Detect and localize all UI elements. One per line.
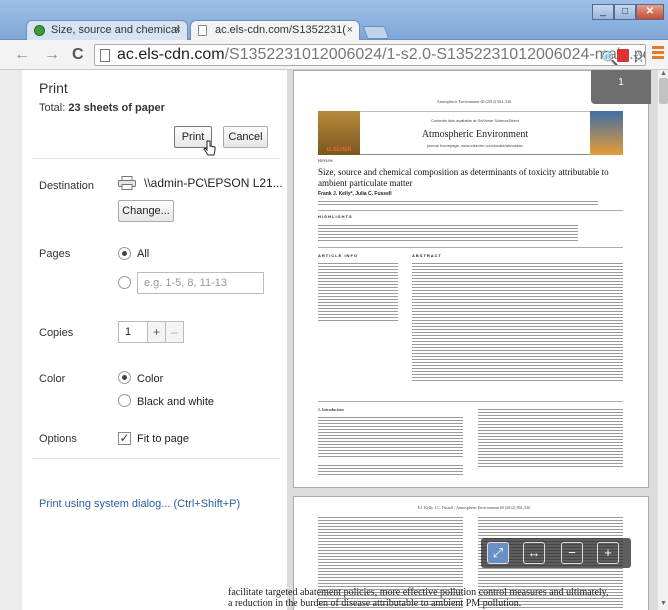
- pages-range-radio[interactable]: [118, 276, 131, 289]
- url-host: ac.els-cdn.com: [117, 46, 225, 63]
- close-tab-icon[interactable]: ×: [175, 24, 181, 36]
- url-path: /S1352231012006024/1-s2.0-S1352231012006…: [224, 46, 646, 63]
- intro-column-left: [318, 415, 463, 457]
- article-info-heading: ARTICLE INFO: [318, 253, 358, 258]
- zoom-out-icon[interactable]: −: [561, 542, 583, 564]
- chrome-window: Size, source and chemical × ac.els-cdn.c…: [0, 0, 668, 610]
- footnote-text: [318, 463, 463, 475]
- change-destination-button[interactable]: Change...: [118, 200, 174, 222]
- scroll-down-arrow-icon[interactable]: ▼: [660, 600, 667, 607]
- article-title: Size, source and chemical composition as…: [318, 167, 609, 188]
- highlights-text: [318, 223, 578, 241]
- zoom-toolbar: ⤢ ↔ − +: [481, 538, 631, 568]
- journal-name: Atmospheric Environment: [421, 129, 529, 140]
- copies-decrement-button[interactable]: –: [165, 321, 184, 343]
- doc-text-line: a reduction in the burden of disease att…: [228, 598, 522, 609]
- print-title: Print: [39, 80, 68, 96]
- sheet-total: Total: 23 sheets of paper: [39, 102, 165, 114]
- close-tab-icon[interactable]: ×: [347, 24, 353, 36]
- copies-input[interactable]: 1: [118, 321, 148, 343]
- color-label: Color: [39, 373, 66, 385]
- scrollbar-thumb[interactable]: [659, 78, 668, 104]
- contents-line: Contents lists available at SciVerse Sci…: [430, 118, 520, 123]
- vertical-scrollbar[interactable]: ▲ ▼: [657, 70, 668, 610]
- journal-cover-image: [590, 111, 623, 155]
- overlapping-document-text: facilitate targeted abatement policies, …: [228, 587, 648, 609]
- black-and-white-radio[interactable]: [118, 394, 131, 407]
- document-favicon-icon: [198, 25, 207, 36]
- abstract-text: [412, 261, 623, 381]
- color-radio[interactable]: [118, 371, 131, 384]
- doc-text-line: facilitate targeted abatement policies, …: [228, 587, 609, 598]
- tab-title: Size, source and chemical: [51, 24, 180, 36]
- print-preview[interactable]: Atmospheric Environment 60 (2012) 504–52…: [287, 70, 657, 610]
- printer-icon: [118, 176, 136, 190]
- color-option-label: Color: [137, 373, 164, 385]
- destination-label: Destination: [39, 180, 95, 192]
- system-dialog-link[interactable]: Print using system dialog... (Ctrl+Shift…: [39, 498, 240, 510]
- article-info-text: [318, 261, 398, 321]
- intro-column-right: [478, 407, 623, 467]
- fit-page-icon[interactable]: ⤢: [487, 542, 509, 564]
- rule: [318, 247, 623, 248]
- elsevier-logo: ELSEVIER: [318, 111, 360, 155]
- tab-title: ac.els-cdn.com/S1352231(: [215, 24, 346, 36]
- page-number-badge: 1: [591, 70, 651, 104]
- running-header: F.J. Kelly, J.C. Fussell / Atmospheric E…: [417, 505, 531, 510]
- fit-to-page-label: Fit to page: [137, 433, 189, 445]
- journal-reference: Atmospheric Environment 60 (2012) 504–52…: [436, 99, 512, 104]
- menu-icon[interactable]: [652, 46, 664, 62]
- pages-all-radio[interactable]: [118, 247, 131, 260]
- browser-toolbar: ← → C ac.els-cdn.com/S1352231012006024/1…: [0, 40, 668, 70]
- rule: [318, 210, 623, 211]
- divider: [32, 158, 280, 159]
- pages-label: Pages: [39, 248, 71, 260]
- black-and-white-label: Black and white: [137, 396, 215, 408]
- tab-article[interactable]: Size, source and chemical ×: [26, 20, 188, 40]
- abstract-heading: ABSTRACT: [412, 253, 442, 258]
- publisher-name: ELSEVIER: [326, 147, 352, 153]
- minimize-button[interactable]: _: [592, 4, 614, 20]
- cancel-button[interactable]: Cancel: [223, 126, 268, 148]
- page-icon: [100, 49, 110, 62]
- article-authors: Frank J. Kelly*, Julia C. Fussell: [318, 191, 392, 197]
- address-bar[interactable]: ac.els-cdn.com/S1352231012006024/1-s2.0-…: [94, 44, 646, 66]
- affiliation-text: [318, 199, 598, 205]
- total-value: 23 sheets of paper: [68, 102, 165, 114]
- introduction-heading: 1. Introduction: [318, 407, 344, 412]
- options-label: Options: [39, 433, 77, 445]
- print-settings-panel: Print Total: 23 sheets of paper Print Ca…: [22, 70, 287, 610]
- fit-width-icon[interactable]: ↔: [523, 542, 545, 564]
- fit-to-page-checkbox[interactable]: ✓: [118, 432, 131, 445]
- zoom-icon[interactable]: 🔍: [601, 48, 618, 65]
- reload-icon[interactable]: C: [72, 46, 84, 64]
- tab-pdf[interactable]: ac.els-cdn.com/S1352231( ×: [190, 20, 360, 40]
- hand-cursor-icon: [203, 140, 216, 156]
- page-range-input[interactable]: e.g. 1-5, 8, 11-13: [137, 272, 264, 294]
- section-label: Review: [318, 159, 334, 164]
- copies-label: Copies: [39, 327, 74, 339]
- preview-page: Atmospheric Environment 60 (2012) 504–52…: [293, 70, 649, 488]
- new-tab-button[interactable]: [362, 26, 390, 39]
- title-bar: Size, source and chemical × ac.els-cdn.c…: [0, 0, 668, 40]
- pages-all-label: All: [137, 248, 150, 260]
- star-icon[interactable]: ☆: [632, 48, 645, 65]
- maximize-button[interactable]: □: [614, 4, 636, 20]
- destination-value: \\admin-PC\EPSON L21...: [144, 176, 283, 190]
- zoom-in-icon[interactable]: +: [597, 542, 619, 564]
- back-icon[interactable]: ←: [14, 46, 30, 64]
- journal-url: journal homepage: www.elsevier.com/locat…: [426, 143, 524, 148]
- scroll-up-arrow-icon[interactable]: ▲: [660, 70, 667, 77]
- highlights-heading: HIGHLIGHTS: [318, 214, 353, 219]
- total-prefix: Total:: [39, 102, 66, 114]
- forward-icon[interactable]: →: [44, 46, 60, 64]
- copies-increment-button[interactable]: +: [147, 321, 166, 343]
- pdf-extension-icon[interactable]: [617, 49, 629, 62]
- chrome-favicon-icon: [34, 25, 45, 36]
- close-window-button[interactable]: ✕: [636, 4, 664, 20]
- rule: [318, 401, 623, 402]
- divider: [32, 458, 280, 459]
- left-gutter: [0, 70, 22, 610]
